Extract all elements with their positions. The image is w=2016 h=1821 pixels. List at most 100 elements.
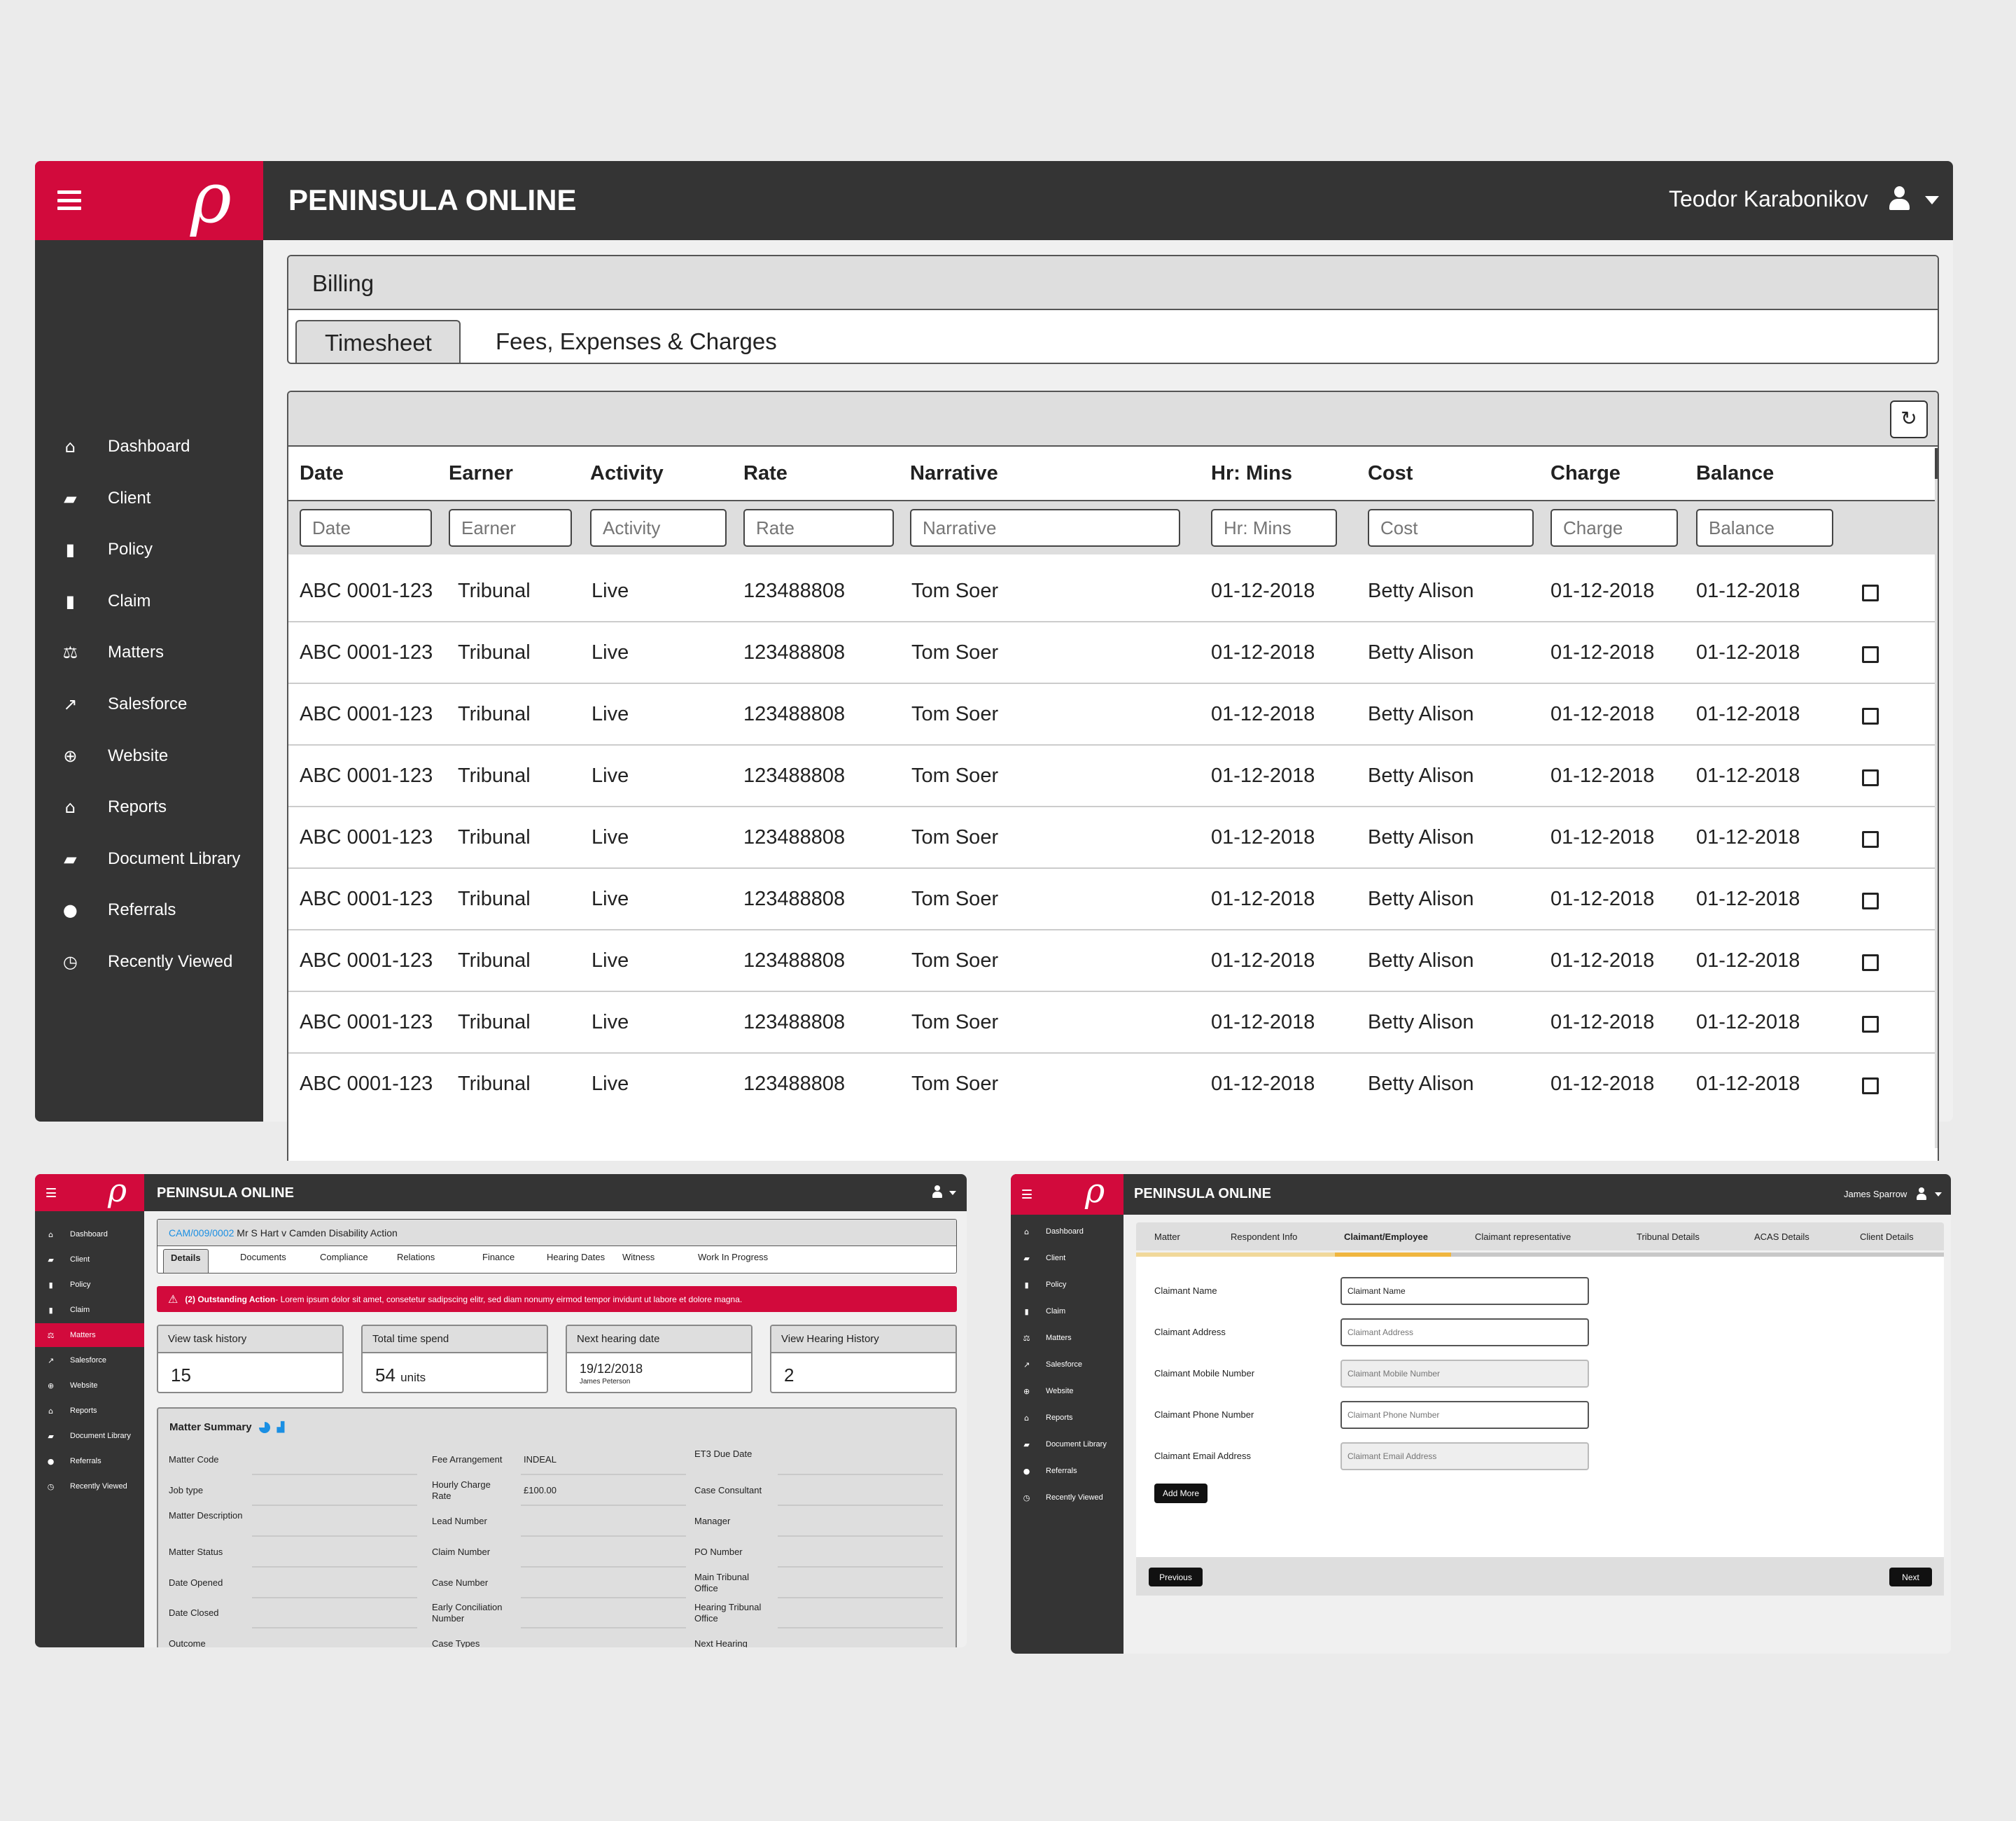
user-icon[interactable]	[1917, 1187, 1926, 1201]
wizard-tab-claimant-employee[interactable]: Claimant/Employee	[1344, 1232, 1428, 1242]
sidebar-item-referrals[interactable]: ● Referrals	[35, 889, 263, 931]
row-checkbox[interactable]	[1862, 954, 1879, 971]
pie-chart-icon[interactable]	[258, 1421, 270, 1433]
sidebar-item-document-library[interactable]: ▰ Document Library	[35, 838, 263, 880]
sidebar-item-claim[interactable]: ▮ Claim	[1011, 1299, 1124, 1323]
table-row[interactable]: ABC 0001-123 Tribunal Live 123488808 Tom Soe…	[288, 1054, 1935, 1116]
bar-chart-icon[interactable]: ▟	[277, 1422, 285, 1433]
wizard-tab-tribunal-details[interactable]: Tribunal Details	[1637, 1232, 1700, 1242]
claimant-mobile-number-input[interactable]	[1340, 1360, 1589, 1388]
wizard-tab-claimant-representative[interactable]: Claimant representative	[1475, 1232, 1571, 1242]
sidebar-item-dashboard[interactable]: ⌂ Dashboard	[35, 426, 263, 468]
sidebar-item-recently-viewed[interactable]: ◷ Recently Viewed	[35, 941, 263, 983]
user-icon[interactable]	[1889, 186, 1910, 213]
filter-input-narrative[interactable]	[910, 509, 1180, 547]
menu-icon[interactable]	[57, 190, 81, 210]
filter-input-earner[interactable]	[449, 509, 572, 547]
tab-fees[interactable]: Fees, Expenses & Charges	[496, 328, 777, 355]
sidebar-item-policy[interactable]: ▮ Policy	[35, 529, 263, 571]
sidebar-item-policy[interactable]: ▮ Policy	[35, 1273, 144, 1297]
claimant-email-address-input[interactable]	[1340, 1442, 1589, 1470]
sidebar-item-claim[interactable]: ▮ Claim	[35, 1298, 144, 1322]
summary-card[interactable]: Next hearing date 19/12/2018 James Peterso…	[566, 1325, 752, 1393]
summary-card[interactable]: View task history 15	[157, 1325, 344, 1393]
row-checkbox[interactable]	[1862, 769, 1879, 786]
sidebar-item-website[interactable]: ⊕ Website	[35, 1374, 144, 1397]
case-reference-link[interactable]: CAM/009/0002	[169, 1227, 234, 1239]
tab-timesheet[interactable]: Timesheet	[295, 320, 461, 363]
chevron-down-icon[interactable]	[1935, 1192, 1942, 1196]
column-header-charge[interactable]: Charge	[1550, 462, 1620, 485]
sidebar-item-policy[interactable]: ▮ Policy	[1011, 1273, 1124, 1297]
claimant-address-input[interactable]	[1340, 1318, 1589, 1346]
user-name[interactable]: James Sparrow	[1844, 1189, 1907, 1199]
wizard-tab-client-details[interactable]: Client Details	[1860, 1232, 1914, 1242]
sidebar-item-dashboard[interactable]: ⌂ Dashboard	[1011, 1220, 1124, 1243]
sidebar-item-matters[interactable]: ⚖ Matters	[35, 632, 263, 674]
tab-details[interactable]: Details	[163, 1249, 209, 1273]
summary-card[interactable]: View Hearing History 2	[770, 1325, 957, 1393]
tab-work-in-progress[interactable]: Work In Progress	[698, 1252, 768, 1262]
table-row[interactable]: ABC 0001-123 Tribunal Live 123488808 Tom Soe…	[288, 992, 1935, 1054]
filter-input-activity[interactable]	[590, 509, 727, 547]
tab-hearing-dates[interactable]: Hearing Dates	[547, 1252, 605, 1262]
table-row[interactable]: ABC 0001-123 Tribunal Live 123488808 Tom Soe…	[288, 930, 1935, 992]
row-checkbox[interactable]	[1862, 893, 1879, 909]
previous-button[interactable]: Previous	[1149, 1568, 1203, 1586]
sidebar-item-client[interactable]: ▰ Client	[35, 1248, 144, 1271]
column-header-earner[interactable]: Earner	[449, 462, 513, 485]
sidebar-item-client[interactable]: ▰ Client	[35, 477, 263, 519]
sidebar-item-document-library[interactable]: ▰ Document Library	[1011, 1432, 1124, 1456]
refresh-button[interactable]: ↻	[1890, 400, 1928, 438]
filter-input-rate[interactable]	[743, 509, 894, 547]
sidebar-item-recently-viewed[interactable]: ◷ Recently Viewed	[35, 1474, 144, 1498]
column-header-activity[interactable]: Activity	[590, 462, 664, 485]
filter-input-charge[interactable]	[1550, 509, 1678, 547]
sidebar-item-referrals[interactable]: ● Referrals	[35, 1449, 144, 1473]
column-header-narrative[interactable]: Narrative	[910, 462, 998, 485]
sidebar-item-salesforce[interactable]: ↗ Salesforce	[1011, 1353, 1124, 1376]
add-more-button[interactable]: Add More	[1154, 1484, 1208, 1503]
sidebar-item-website[interactable]: ⊕ Website	[35, 735, 263, 777]
filter-input-hr-mins[interactable]	[1211, 509, 1337, 547]
table-row[interactable]: ABC 0001-123 Tribunal Live 123488808 Tom Soe…	[288, 746, 1935, 807]
sidebar-item-recently-viewed[interactable]: ◷ Recently Viewed	[1011, 1486, 1124, 1509]
sidebar-item-website[interactable]: ⊕ Website	[1011, 1379, 1124, 1403]
user-name[interactable]: Teodor Karabonikov	[1669, 186, 1868, 212]
next-button[interactable]: Next	[1889, 1568, 1932, 1586]
sidebar-item-matters[interactable]: ⚖ Matters	[35, 1323, 144, 1347]
sidebar-item-reports[interactable]: ⌂ Reports	[35, 786, 263, 828]
row-checkbox[interactable]	[1862, 585, 1879, 601]
table-row[interactable]: ABC 0001-123 Tribunal Live 123488808 Tom Soe…	[288, 622, 1935, 684]
sidebar-item-claim[interactable]: ▮ Claim	[35, 580, 263, 622]
column-header-date[interactable]: Date	[300, 462, 344, 485]
sidebar-item-reports[interactable]: ⌂ Reports	[1011, 1406, 1124, 1430]
menu-icon[interactable]	[1022, 1189, 1032, 1199]
row-checkbox[interactable]	[1862, 1016, 1879, 1033]
outstanding-action-alert[interactable]: ⚠ (2) Outstanding Action - Lorem ipsum d…	[157, 1286, 957, 1312]
column-header-balance[interactable]: Balance	[1696, 462, 1774, 485]
wizard-tab-respondent-info[interactable]: Respondent Info	[1231, 1232, 1297, 1242]
filter-input-date[interactable]	[300, 509, 432, 547]
tab-compliance[interactable]: Compliance	[320, 1252, 368, 1262]
user-icon[interactable]	[932, 1185, 942, 1199]
wizard-tab-acas-details[interactable]: ACAS Details	[1754, 1232, 1809, 1242]
table-row[interactable]: ABC 0001-123 Tribunal Live 123488808 Tom Soe…	[288, 807, 1935, 869]
claimant-phone-number-input[interactable]	[1340, 1401, 1589, 1429]
tab-relations[interactable]: Relations	[397, 1252, 435, 1262]
filter-input-cost[interactable]	[1368, 509, 1534, 547]
table-row[interactable]: ABC 0001-123 Tribunal Live 123488808 Tom Soe…	[288, 684, 1935, 746]
tab-documents[interactable]: Documents	[240, 1252, 286, 1262]
sidebar-item-document-library[interactable]: ▰ Document Library	[35, 1424, 144, 1448]
table-row[interactable]: ABC 0001-123 Tribunal Live 123488808 Tom Soe…	[288, 869, 1935, 930]
table-row[interactable]: ABC 0001-123 Tribunal Live 123488808 Tom Soe…	[288, 561, 1935, 622]
sidebar-item-client[interactable]: ▰ Client	[1011, 1246, 1124, 1270]
claimant-name-input[interactable]	[1340, 1277, 1589, 1305]
column-header-rate[interactable]: Rate	[743, 462, 788, 485]
tab-witness[interactable]: Witness	[622, 1252, 654, 1262]
column-header-hr-mins[interactable]: Hr: Mins	[1211, 462, 1292, 485]
tab-finance[interactable]: Finance	[482, 1252, 514, 1262]
row-checkbox[interactable]	[1862, 708, 1879, 725]
chevron-down-icon[interactable]	[1925, 196, 1939, 204]
row-checkbox[interactable]	[1862, 646, 1879, 663]
